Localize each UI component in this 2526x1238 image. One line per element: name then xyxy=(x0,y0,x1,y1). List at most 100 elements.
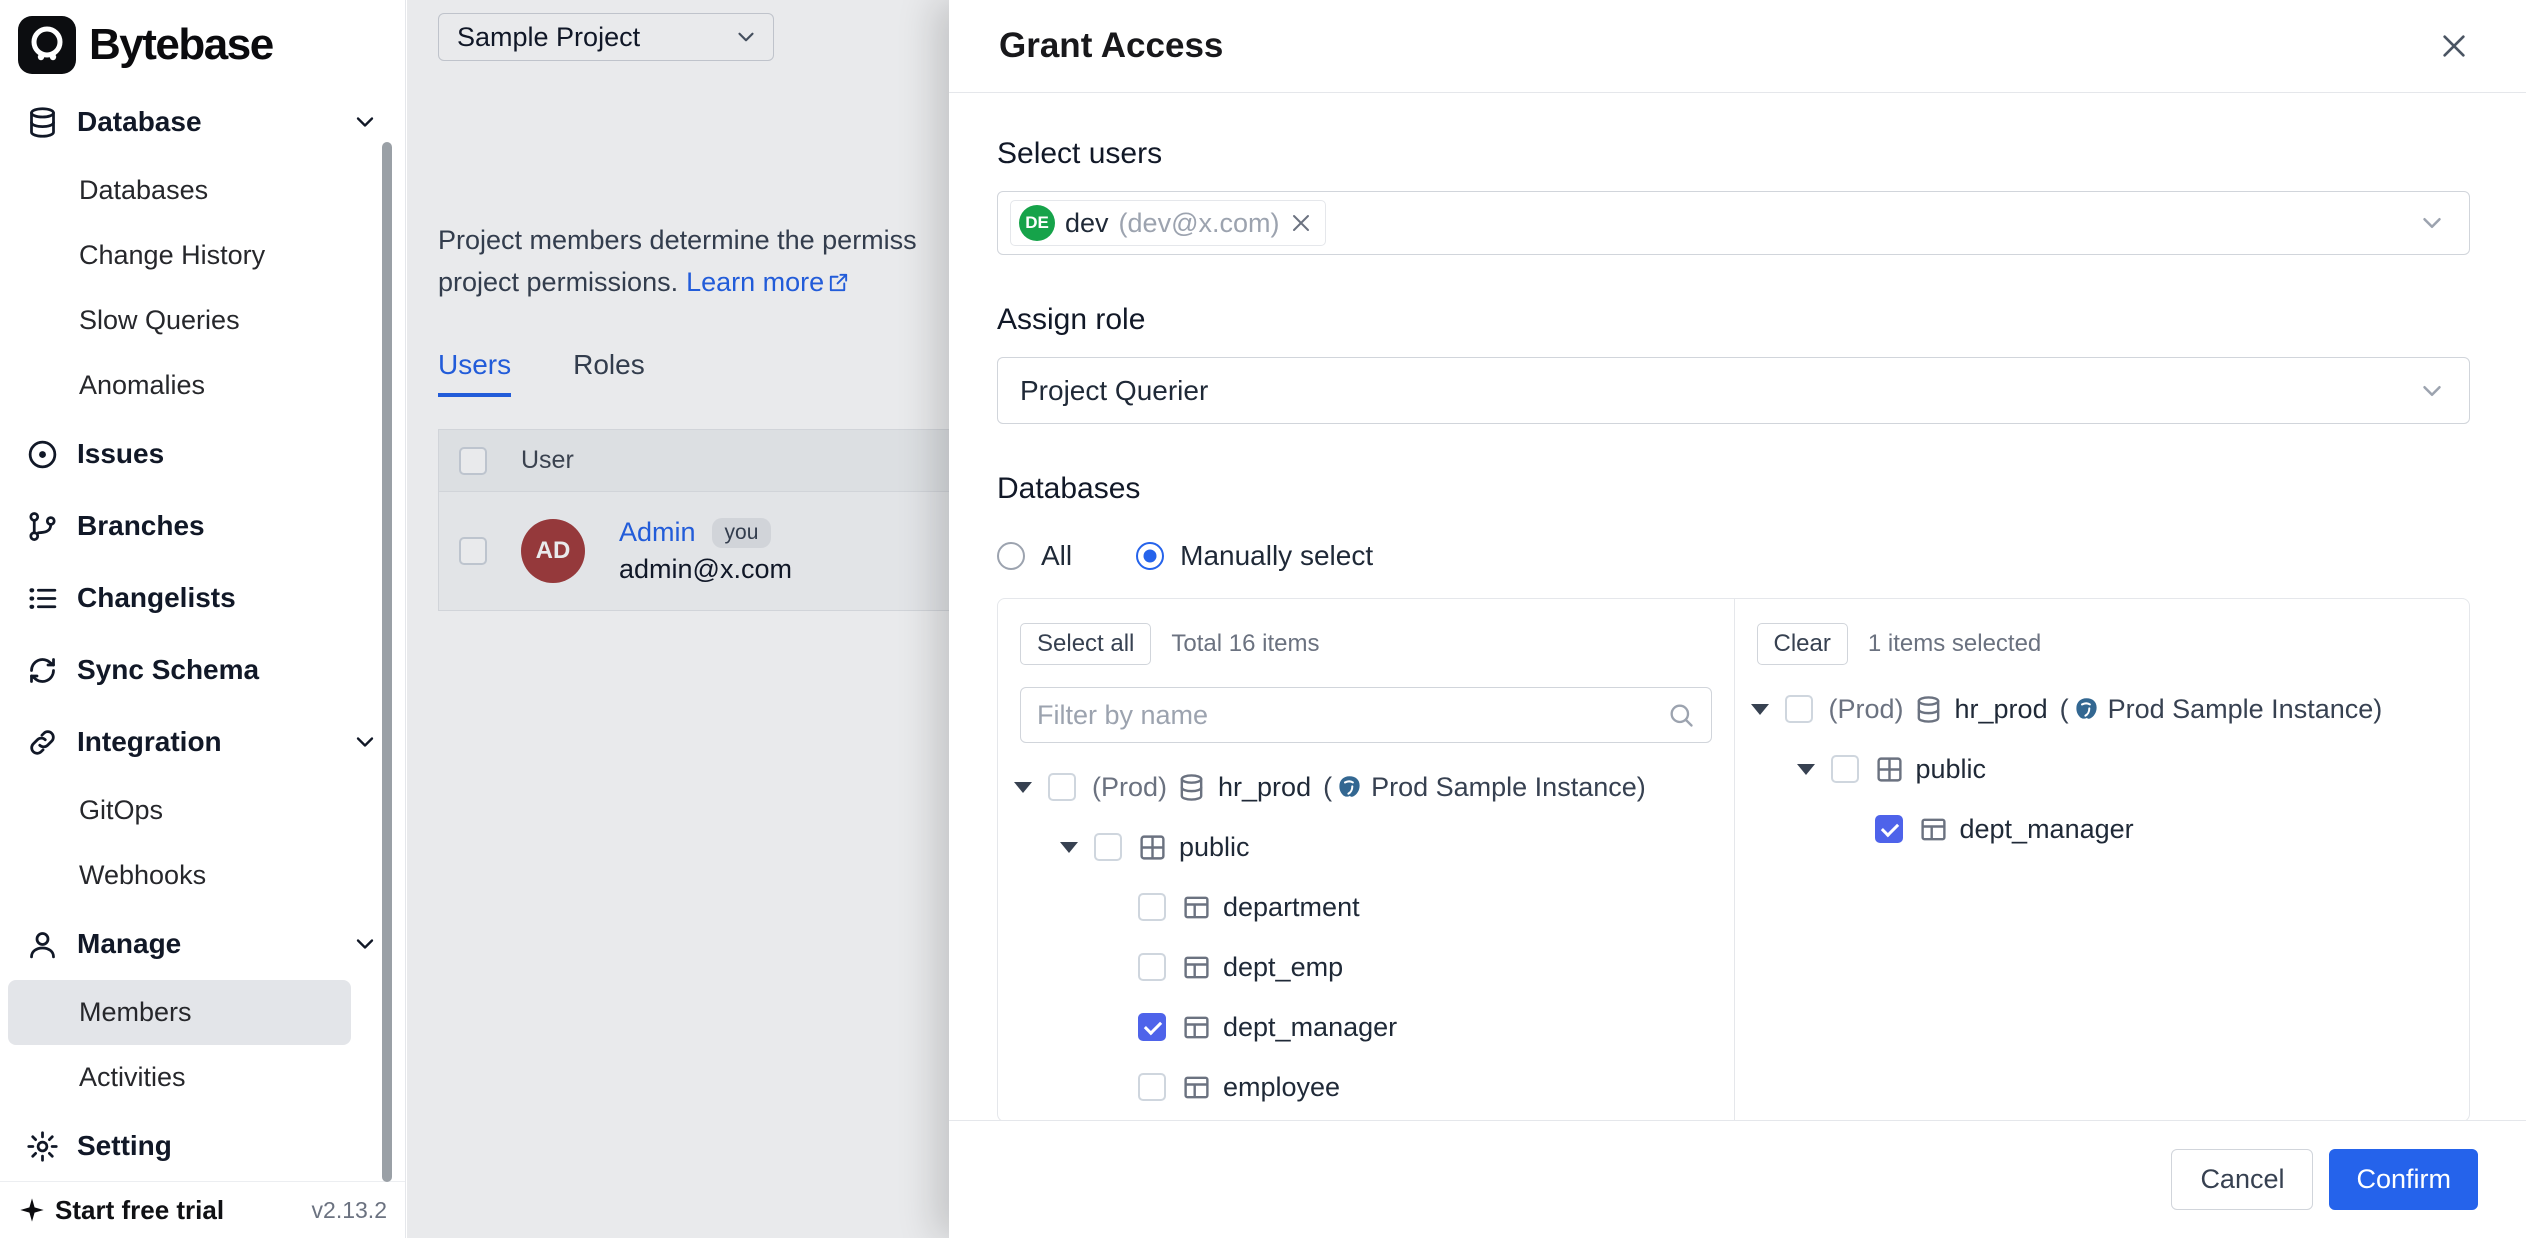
sidebar-item-anomalies[interactable]: Anomalies xyxy=(0,353,405,418)
start-free-trial-button[interactable]: Start free trial xyxy=(18,1195,224,1226)
chevron-down-icon xyxy=(351,930,379,958)
caret-down-icon[interactable] xyxy=(1751,704,1769,715)
close-icon xyxy=(2438,30,2470,62)
sidebar-item-change-history[interactable]: Change History xyxy=(0,223,405,288)
postgres-icon xyxy=(2073,696,2100,723)
sidebar-item-changelists[interactable]: Changelists xyxy=(0,562,405,634)
chevron-down-icon xyxy=(351,108,379,136)
database-icon xyxy=(26,106,59,139)
sidebar-item-label: Branches xyxy=(77,510,205,542)
filter-input[interactable] xyxy=(1037,700,1657,731)
sidebar-item-label: Integration xyxy=(77,726,222,758)
selected-count-label: 1 items selected xyxy=(1868,630,2041,658)
sidebar-item-setting[interactable]: Setting xyxy=(0,1110,405,1182)
cancel-button[interactable]: Cancel xyxy=(2171,1149,2313,1210)
tree-checkbox[interactable] xyxy=(1048,773,1076,801)
table-name: department xyxy=(1223,892,1360,923)
sidebar-item-label: Setting xyxy=(77,1130,172,1162)
radio-all[interactable]: All xyxy=(997,540,1072,572)
bytebase-logo: Bytebase xyxy=(0,0,405,74)
caret-down-icon[interactable] xyxy=(1797,764,1815,775)
select-all-button[interactable]: Select all xyxy=(1020,623,1151,665)
sync-icon xyxy=(26,654,59,687)
tree-row-table: dept_manager xyxy=(1735,799,2470,859)
table-icon xyxy=(1182,953,1211,982)
role-select[interactable]: Project Querier xyxy=(997,357,2470,424)
sidebar-item-activities[interactable]: Activities xyxy=(0,1045,405,1110)
schema-icon xyxy=(1138,833,1167,862)
role-select-value: Project Querier xyxy=(1020,375,1208,407)
remove-user-icon[interactable] xyxy=(1289,211,1313,235)
radio-manually-select[interactable]: Manually select xyxy=(1136,540,1373,572)
users-multiselect[interactable]: DE dev (dev@x.com) xyxy=(997,191,2470,255)
tree-checkbox[interactable] xyxy=(1831,755,1859,783)
drawer-header: Grant Access xyxy=(949,0,2526,93)
database-name: hr_prod xyxy=(1955,694,2048,725)
user-icon xyxy=(26,928,59,961)
database-name: hr_prod xyxy=(1218,772,1311,803)
logo-wordmark: Bytebase xyxy=(89,20,273,70)
caret-down-icon[interactable] xyxy=(1060,842,1078,853)
tree-row-database: (Prod) hr_prod ( Prod Sample Instance) xyxy=(998,757,1734,817)
selected-pane-header: Clear 1 items selected xyxy=(1735,599,2470,665)
total-items-label: Total 16 items xyxy=(1171,630,1319,658)
tree-row-table: dept_manager xyxy=(998,997,1734,1057)
sparkle-icon xyxy=(18,1196,46,1224)
link-icon xyxy=(26,726,59,759)
drawer-footer: Cancel Confirm xyxy=(949,1120,2526,1238)
tree-row-schema: public xyxy=(998,817,1734,877)
tree-row-database: (Prod) hr_prod ( Prod Sample Instance) xyxy=(1735,679,2470,739)
sidebar-item-database[interactable]: Database xyxy=(0,86,405,158)
sidebar-item-label: Webhooks xyxy=(79,860,206,891)
filter-box xyxy=(1020,687,1712,743)
trial-label: Start free trial xyxy=(55,1195,224,1226)
sidebar-item-label: Slow Queries xyxy=(79,305,240,336)
radio-icon xyxy=(997,542,1025,570)
sidebar-item-manage[interactable]: Manage xyxy=(0,908,405,980)
close-button[interactable] xyxy=(2432,24,2476,68)
sidebar-item-slow-queries[interactable]: Slow Queries xyxy=(0,288,405,353)
caret-down-icon[interactable] xyxy=(1014,782,1032,793)
schema-name: public xyxy=(1916,754,1987,785)
radio-icon-selected xyxy=(1136,542,1164,570)
sidebar-item-integration[interactable]: Integration xyxy=(0,706,405,778)
sidebar-item-label: GitOps xyxy=(79,795,163,826)
list-icon xyxy=(26,582,59,615)
radio-manual-label: Manually select xyxy=(1180,540,1373,572)
sidebar-item-gitops[interactable]: GitOps xyxy=(0,778,405,843)
sidebar-item-label: Activities xyxy=(79,1062,186,1093)
schema-icon xyxy=(1875,755,1904,784)
sidebar-scrollbar[interactable] xyxy=(382,142,392,1182)
database-icon xyxy=(1914,695,1943,724)
confirm-button[interactable]: Confirm xyxy=(2329,1149,2478,1210)
tree-checkbox[interactable] xyxy=(1785,695,1813,723)
sidebar-item-members[interactable]: Members xyxy=(8,980,351,1045)
sidebar-item-issues[interactable]: Issues xyxy=(0,418,405,490)
selected-tree: (Prod) hr_prod ( Prod Sample Instance) p… xyxy=(1735,679,2470,859)
clear-button[interactable]: Clear xyxy=(1757,623,1848,665)
avatar: DE xyxy=(1019,205,1055,241)
tree-checkbox-checked[interactable] xyxy=(1138,1013,1166,1041)
sidebar-item-label: Database xyxy=(77,106,202,138)
version-label: v2.13.2 xyxy=(312,1197,387,1224)
tree-checkbox[interactable] xyxy=(1138,953,1166,981)
sidebar-item-branches[interactable]: Branches xyxy=(0,490,405,562)
instance-paren: ( xyxy=(1323,772,1332,803)
schema-name: public xyxy=(1179,832,1250,863)
chip-user-name: dev xyxy=(1065,208,1109,239)
circle-dot-icon xyxy=(26,438,59,471)
sidebar-item-webhooks[interactable]: Webhooks xyxy=(0,843,405,908)
sidebar: Bytebase Database Databases Change Histo… xyxy=(0,0,406,1238)
tree-checkbox-checked[interactable] xyxy=(1875,815,1903,843)
source-tree: (Prod) hr_prod ( Prod Sample Instance) p… xyxy=(998,757,1734,1117)
sidebar-item-databases[interactable]: Databases xyxy=(0,158,405,223)
bytebase-logo-icon xyxy=(18,16,76,74)
chevron-down-icon xyxy=(2417,376,2447,406)
tree-checkbox[interactable] xyxy=(1138,893,1166,921)
sidebar-item-sync-schema[interactable]: Sync Schema xyxy=(0,634,405,706)
chip-user-email: (dev@x.com) xyxy=(1119,208,1280,239)
tree-checkbox[interactable] xyxy=(1094,833,1122,861)
tree-checkbox[interactable] xyxy=(1138,1073,1166,1101)
environment-label: (Prod) xyxy=(1092,772,1167,803)
table-icon xyxy=(1919,815,1948,844)
